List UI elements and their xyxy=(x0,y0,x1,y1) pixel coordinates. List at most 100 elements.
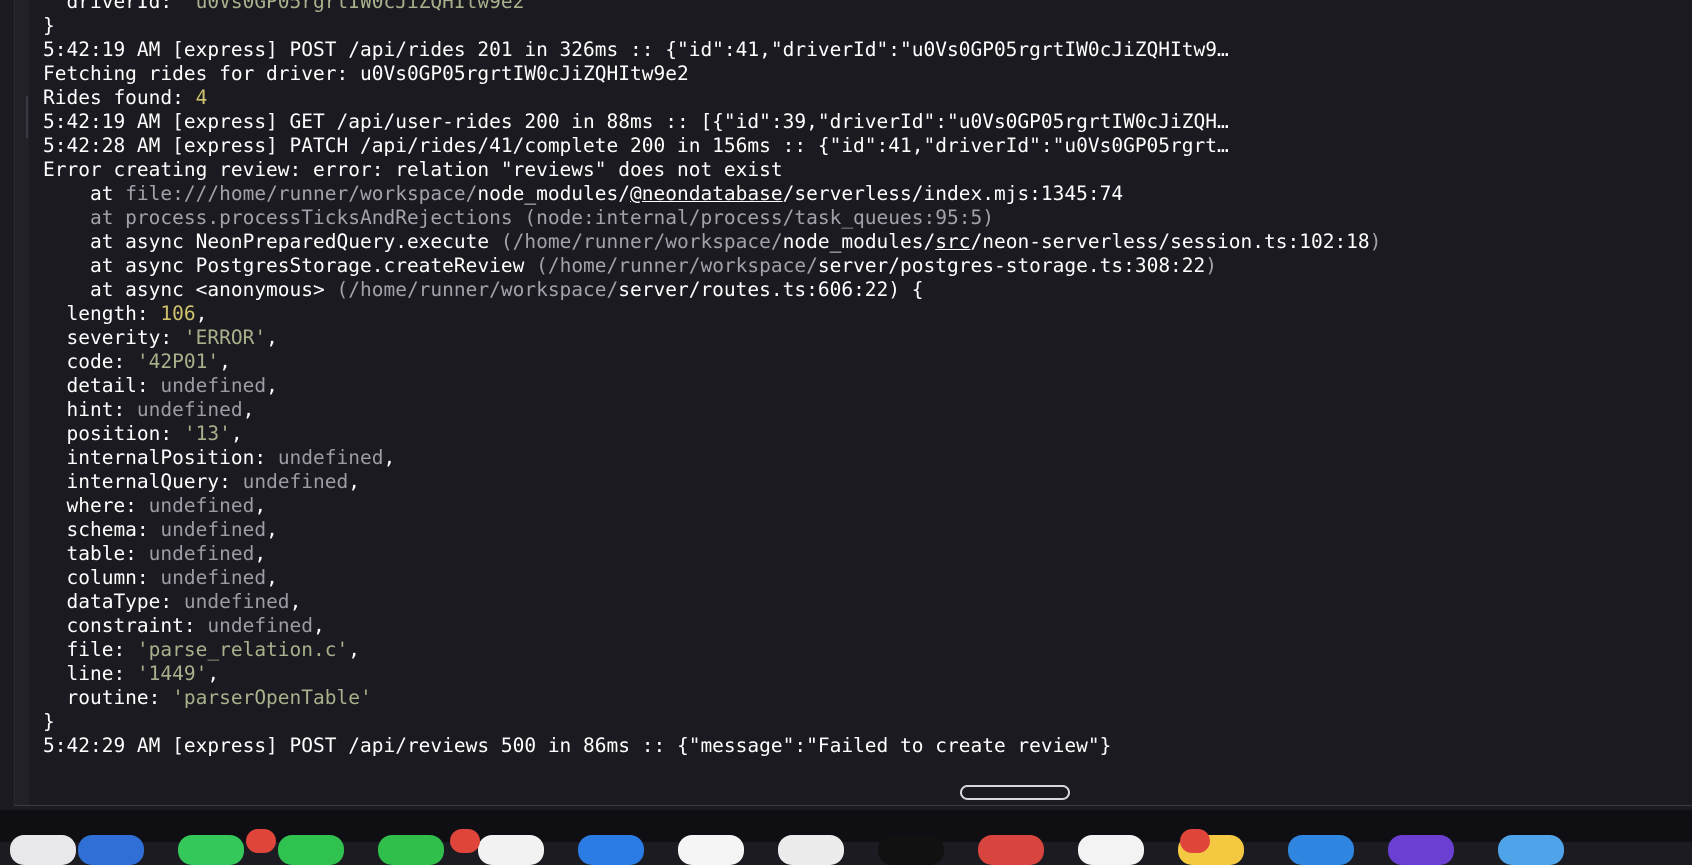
dock-app-1-icon[interactable] xyxy=(10,835,76,865)
terminal-text: 'u0Vs0GP05rgrtIW0cJiZQHItw9e2' xyxy=(183,0,537,13)
terminal-line: constraint: undefined, xyxy=(43,614,1692,638)
terminal-text: , xyxy=(195,302,208,325)
terminal-text: server/routes.ts:606:22 xyxy=(618,278,889,301)
terminal-text: node_modules/ xyxy=(782,230,936,253)
terminal-text: undefined xyxy=(148,494,255,517)
terminal-line: table: undefined, xyxy=(43,542,1692,566)
terminal-text: Error creating review: error: relation "… xyxy=(43,158,783,181)
terminal-text: table: xyxy=(43,542,149,565)
terminal-text: } xyxy=(43,710,55,733)
dock-app-5-icon[interactable] xyxy=(378,835,444,865)
terminal-text: , xyxy=(266,566,278,589)
terminal-text: , xyxy=(289,590,302,613)
terminal-text: '1449' xyxy=(136,662,208,685)
dock-app-16-icon[interactable] xyxy=(1498,835,1564,865)
terminal-text: at async <anonymous> xyxy=(43,278,337,301)
terminal-line: 5:42:28 AM [express] PATCH /api/rides/41… xyxy=(43,134,1692,158)
terminal-text: 4 xyxy=(195,86,208,109)
terminal-line: driverId: 'u0Vs0GP05rgrtIW0cJiZQHItw9e2' xyxy=(43,0,1692,14)
terminal-text: where: xyxy=(43,494,149,517)
terminal-line: Rides found: 4 xyxy=(43,86,1692,110)
terminal-line: } xyxy=(43,14,1692,38)
panel-resize-handle[interactable] xyxy=(960,785,1070,800)
terminal-text: (/home/runner/workspace/ xyxy=(536,254,818,277)
terminal-line: 5:42:19 AM [express] GET /api/user-rides… xyxy=(43,110,1692,134)
terminal-text: '13' xyxy=(183,422,231,445)
notification-badge-icon xyxy=(1180,829,1210,853)
terminal-text: 5:42:29 AM [express] POST /api/reviews 5… xyxy=(43,734,1112,757)
notification-badge-icon xyxy=(450,829,480,853)
terminal-text: , xyxy=(266,518,278,541)
terminal-line: where: undefined, xyxy=(43,494,1692,518)
terminal-text: , xyxy=(207,662,220,685)
terminal-text: (/home/runner/workspace/ xyxy=(500,230,783,253)
terminal-text: undefined xyxy=(183,590,290,613)
terminal-panel[interactable]: driverId: 'u0Vs0GP05rgrtIW0cJiZQHItw9e2'… xyxy=(14,0,1692,806)
terminal-text: length: xyxy=(43,302,161,325)
terminal-output[interactable]: driverId: 'u0Vs0GP05rgrtIW0cJiZQHItw9e2'… xyxy=(43,0,1692,758)
dock-app-15-icon[interactable] xyxy=(1388,835,1454,865)
dock xyxy=(0,810,1692,865)
terminal-text: schema: xyxy=(43,518,161,541)
dock-app-3-icon[interactable] xyxy=(178,835,244,865)
terminal-text: /serverless/index.mjs:1345:74 xyxy=(782,182,1124,205)
terminal-line: file: 'parse_relation.c', xyxy=(43,638,1692,662)
terminal-text: server/postgres-storage.ts:308:22 xyxy=(817,254,1206,277)
terminal-line: 5:42:29 AM [express] POST /api/reviews 5… xyxy=(43,734,1692,758)
terminal-text: file:///home/runner/workspace/ xyxy=(125,182,478,205)
terminal-text: detail: xyxy=(43,374,161,397)
terminal-line: dataType: undefined, xyxy=(43,590,1692,614)
dock-app-2-icon[interactable] xyxy=(78,835,144,865)
dock-app-9-icon[interactable] xyxy=(778,835,844,865)
terminal-line: code: '42P01', xyxy=(43,350,1692,374)
terminal-text: (/home/runner/workspace/ xyxy=(336,278,619,301)
terminal-text: undefined xyxy=(207,614,314,637)
gutter-marker xyxy=(26,96,28,138)
dock-app-11-icon[interactable] xyxy=(978,835,1044,865)
terminal-line: internalPosition: undefined, xyxy=(43,446,1692,470)
terminal-text: , xyxy=(266,326,278,349)
terminal-text: hint: xyxy=(43,398,137,421)
dock-app-14-icon[interactable] xyxy=(1288,835,1354,865)
terminal-text: /neon-serverless/session.ts:102:18 xyxy=(970,230,1370,253)
dock-app-6-icon[interactable] xyxy=(478,835,544,865)
terminal-text: 'parse_relation.c' xyxy=(136,638,349,661)
terminal-line: hint: undefined, xyxy=(43,398,1692,422)
terminal-text: , xyxy=(254,542,267,565)
terminal-text: undefined xyxy=(160,566,267,589)
terminal-text: , xyxy=(230,422,243,445)
terminal-text: undefined xyxy=(160,518,267,541)
terminal-line: line: '1449', xyxy=(43,662,1692,686)
terminal-text: Fetching rides for driver: u0Vs0GP05rgrt… xyxy=(43,62,689,85)
dock-app-12-icon[interactable] xyxy=(1078,835,1144,865)
terminal-text: , xyxy=(348,638,360,661)
terminal-text: column: xyxy=(43,566,161,589)
terminal-text: dataType: xyxy=(43,590,184,613)
terminal-text: node_modules/ xyxy=(477,182,631,205)
terminal-text: at async NeonPreparedQuery.execute xyxy=(43,230,501,253)
terminal-line: } xyxy=(43,710,1692,734)
terminal-text: undefined xyxy=(242,470,349,493)
terminal-text: undefined xyxy=(136,398,243,421)
dock-app-10-icon[interactable] xyxy=(878,835,944,865)
terminal-text: at process.processTicksAndRejections (no… xyxy=(43,206,994,229)
terminal-text: 106 xyxy=(160,302,196,325)
terminal-line: routine: 'parserOpenTable' xyxy=(43,686,1692,710)
dock-app-7-icon[interactable] xyxy=(578,835,644,865)
terminal-text: internalPosition: xyxy=(43,446,278,469)
terminal-line: at process.processTicksAndRejections (no… xyxy=(43,206,1692,230)
terminal-text: code: xyxy=(43,350,137,373)
terminal-line: Error creating review: error: relation "… xyxy=(43,158,1692,182)
terminal-line: length: 106, xyxy=(43,302,1692,326)
terminal-text: 5:42:19 AM [express] GET /api/user-rides… xyxy=(43,110,1229,133)
terminal-text: internalQuery: xyxy=(43,470,243,493)
terminal-text: constraint: xyxy=(43,614,208,637)
dock-app-8-icon[interactable] xyxy=(678,835,744,865)
terminal-text: , xyxy=(313,614,325,637)
terminal-text: , xyxy=(219,350,231,373)
panel-divider xyxy=(14,805,1692,806)
terminal-text: , xyxy=(254,494,267,517)
terminal-text: 5:42:19 AM [express] POST /api/rides 201… xyxy=(43,38,1229,61)
terminal-text: Rides found: xyxy=(43,86,196,109)
dock-app-4-icon[interactable] xyxy=(278,835,344,865)
